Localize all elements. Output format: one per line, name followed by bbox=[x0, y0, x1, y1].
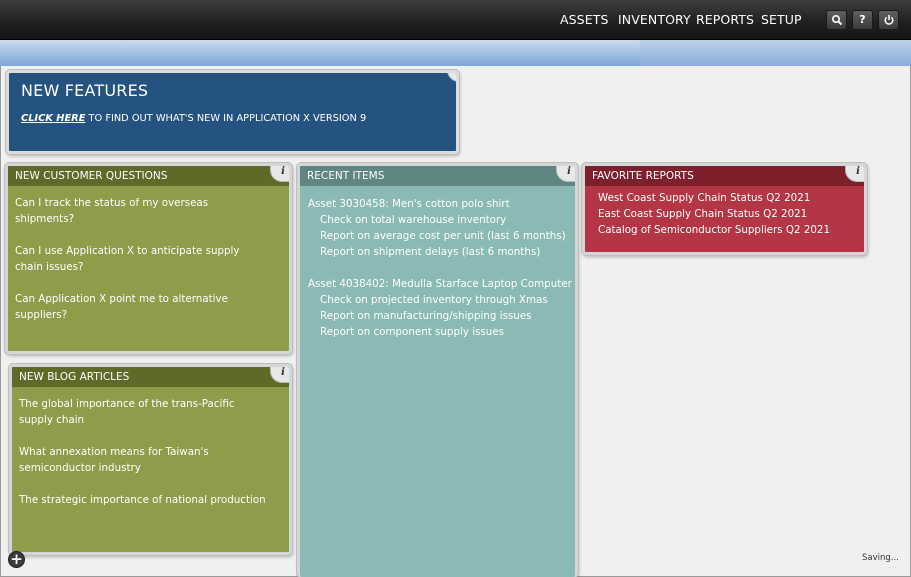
info-icon[interactable]: i bbox=[270, 367, 289, 383]
recent-items-title: RECENT ITEMS bbox=[300, 166, 575, 186]
recent-item[interactable]: Check on projected inventory through Xma… bbox=[320, 292, 575, 308]
question-item[interactable]: Can I track the status of my overseas sh… bbox=[15, 195, 265, 227]
recent-items-widget: RECENT ITEMS i Asset 3030458: Men's cott… bbox=[297, 163, 578, 577]
search-button[interactable] bbox=[826, 10, 847, 30]
new-features-text: TO FIND OUT WHAT'S NEW IN APPLICATION X … bbox=[85, 113, 367, 124]
customer-questions-widget: NEW CUSTOMER QUESTIONS i Can I track the… bbox=[5, 163, 292, 354]
customer-questions-title: NEW CUSTOMER QUESTIONS bbox=[8, 166, 289, 186]
nav-reports[interactable]: REPORTS bbox=[696, 12, 754, 27]
add-widget-button[interactable]: + bbox=[8, 551, 25, 568]
info-icon[interactable]: i bbox=[845, 166, 864, 182]
blog-articles-widget: NEW BLOG ARTICLES i The global importanc… bbox=[9, 364, 292, 555]
blog-item[interactable]: What annexation means for Taiwan's semic… bbox=[19, 444, 269, 476]
new-features-line: CLICK HERE TO FIND OUT WHAT'S NEW IN APP… bbox=[21, 113, 366, 124]
saving-status: Saving... bbox=[862, 553, 899, 563]
favorite-report-item[interactable]: Catalog of Semiconductor Suppliers Q2 20… bbox=[598, 222, 864, 238]
features-corner bbox=[447, 73, 456, 82]
nav-setup[interactable]: SETUP bbox=[761, 12, 802, 27]
question-item[interactable]: Can I use Application X to anticipate su… bbox=[15, 243, 265, 275]
favorite-report-item[interactable]: East Coast Supply Chain Status Q2 2021 bbox=[598, 206, 864, 222]
recent-item[interactable]: Report on manufacturing/shipping issues bbox=[320, 308, 575, 324]
recent-item[interactable]: Report on shipment delays (last 6 months… bbox=[320, 244, 575, 260]
power-icon bbox=[883, 15, 894, 25]
nav-inventory[interactable]: INVENTORY bbox=[618, 12, 691, 27]
recent-item[interactable]: Report on component supply issues bbox=[320, 324, 575, 340]
recent-item[interactable]: Check on total warehouse inventory bbox=[320, 212, 575, 228]
favorite-report-item[interactable]: West Coast Supply Chain Status Q2 2021 bbox=[598, 190, 864, 206]
info-icon[interactable]: i bbox=[270, 166, 289, 182]
header-band-fade bbox=[640, 40, 911, 66]
recent-asset[interactable]: Asset 4038402: Medulla Starface Laptop C… bbox=[308, 276, 575, 292]
new-features-title: NEW FEATURES bbox=[21, 81, 149, 100]
help-button[interactable]: ? bbox=[852, 10, 873, 30]
blog-item[interactable]: The strategic importance of national pro… bbox=[19, 492, 269, 508]
recent-asset[interactable]: Asset 3030458: Men's cotton polo shirt bbox=[308, 196, 575, 212]
question-item[interactable]: Can Application X point me to alternativ… bbox=[15, 291, 265, 323]
search-icon bbox=[831, 14, 842, 26]
blog-item[interactable]: The global importance of the trans-Pacif… bbox=[19, 396, 269, 428]
top-navigation-bar: ASSETS INVENTORY REPORTS SETUP ? bbox=[0, 0, 911, 40]
click-here-link[interactable]: CLICK HERE bbox=[21, 113, 85, 124]
recent-item[interactable]: Report on average cost per unit (last 6 … bbox=[320, 228, 575, 244]
favorite-reports-widget: FAVORITE REPORTS i West Coast Supply Cha… bbox=[582, 163, 867, 255]
header-band bbox=[0, 40, 911, 66]
info-icon[interactable]: i bbox=[556, 166, 575, 182]
power-button[interactable] bbox=[878, 10, 899, 30]
new-features-widget: NEW FEATURES CLICK HERE TO FIND OUT WHAT… bbox=[6, 70, 459, 154]
blog-articles-title: NEW BLOG ARTICLES bbox=[12, 367, 289, 387]
favorite-reports-title: FAVORITE REPORTS bbox=[585, 166, 864, 186]
nav-assets[interactable]: ASSETS bbox=[560, 12, 609, 27]
